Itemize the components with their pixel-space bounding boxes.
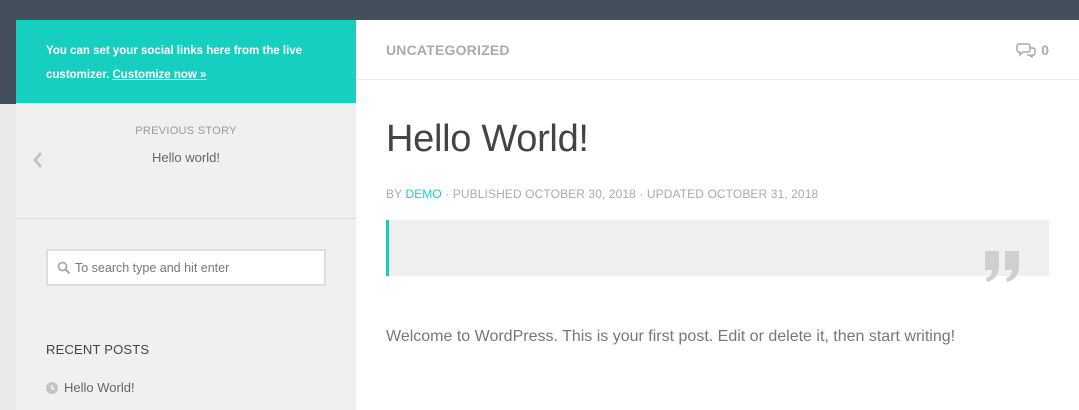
search-input[interactable] [75,251,320,284]
recent-posts-heading: RECENT POSTS [46,342,150,357]
post-format-quote-block [386,220,1049,282]
previous-story-label: PREVIOUS STORY [135,125,237,137]
byline-prefix: BY [386,187,402,201]
top-bar-edge [0,20,16,104]
author-link[interactable]: DEMO [405,187,441,201]
post-dates: · PUBLISHED OCTOBER 30, 2018 · UPDATED O… [445,187,819,201]
post-body: Welcome to WordPress. This is your first… [386,328,956,345]
recent-post-title[interactable]: Hello World! [64,380,135,395]
post-byline: BY DEMO · PUBLISHED OCTOBER 30, 2018 · U… [386,187,818,201]
recent-post-item[interactable]: Hello World! [46,380,135,395]
post-title: Hello World! [386,118,589,160]
top-bar [0,0,1079,20]
previous-story-title[interactable]: Hello world! [16,150,356,165]
customize-now-link[interactable]: Customize now » [112,69,206,81]
post-header-bar: UNCATEGORIZED 0 [356,20,1079,80]
comments-icon [1016,43,1036,58]
comment-count: 0 [1041,42,1049,58]
post-category[interactable]: UNCATEGORIZED [386,42,510,58]
previous-story-nav[interactable]: PREVIOUS STORY Hello world! [16,103,356,219]
sidebar: You can set your social links here from … [16,20,356,410]
search-box [46,249,326,286]
comments-link[interactable]: 0 [1016,42,1049,58]
quote-icon [985,251,1019,282]
search-icon [57,261,71,275]
main-content: UNCATEGORIZED 0 Hello World! BY DEMO · P… [356,20,1079,410]
social-links-notice: You can set your social links here from … [16,20,356,103]
clock-icon [46,381,58,394]
